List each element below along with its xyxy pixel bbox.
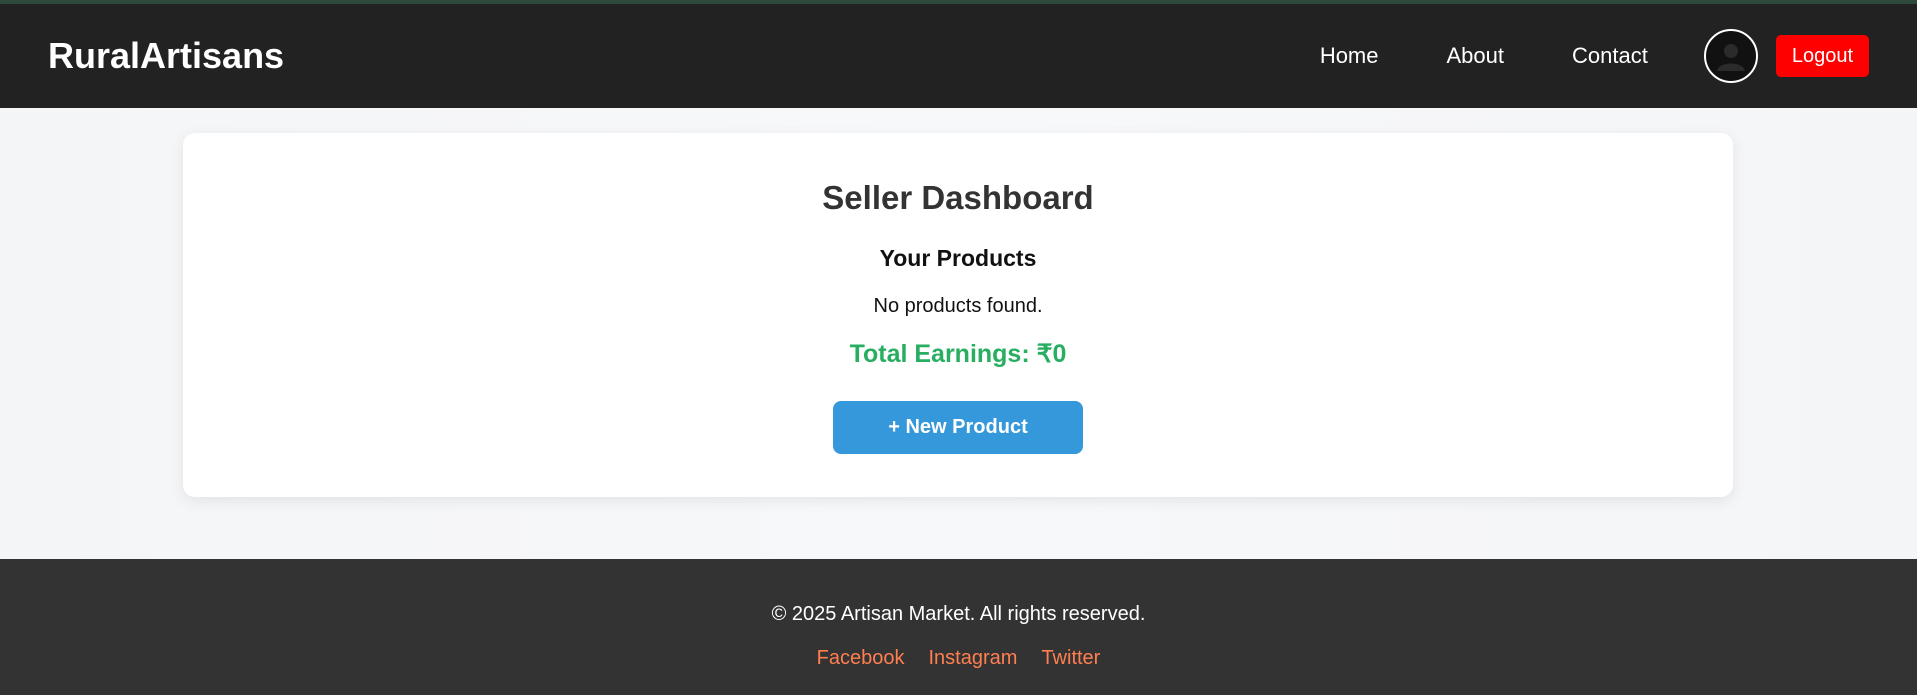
brand-logo[interactable]: RuralArtisans: [48, 35, 284, 77]
empty-products-message: No products found.: [873, 295, 1043, 317]
page-title: Seller Dashboard: [822, 179, 1094, 216]
new-product-button[interactable]: + New Product: [833, 401, 1083, 454]
products-heading: Your Products: [879, 245, 1037, 271]
navbar: RuralArtisans Home About Contact Logout: [0, 4, 1917, 108]
user-avatar-icon[interactable]: [1703, 29, 1758, 83]
nav-link-about[interactable]: About: [1447, 43, 1505, 69]
footer: © 2025 Artisan Market. All rights reserv…: [0, 559, 1917, 695]
social-links: Facebook Instagram Twitter: [0, 647, 1917, 670]
logout-button[interactable]: Logout: [1775, 35, 1869, 77]
nav-link-contact[interactable]: Contact: [1572, 43, 1648, 69]
footer-link-twitter[interactable]: Twitter: [1041, 647, 1100, 670]
nav-link-home[interactable]: Home: [1320, 43, 1379, 69]
nav-menu: Home About Contact Logout: [1320, 29, 1869, 83]
footer-link-instagram[interactable]: Instagram: [929, 647, 1018, 670]
footer-link-facebook[interactable]: Facebook: [817, 647, 905, 670]
dashboard-card: Seller Dashboard Your Products No produc…: [183, 133, 1733, 497]
total-earnings: Total Earnings: ₹0: [849, 340, 1067, 368]
user-silhouette-icon: [1716, 44, 1745, 71]
copyright-text: © 2025 Artisan Market. All rights reserv…: [771, 603, 1146, 625]
main-content: Seller Dashboard Your Products No produc…: [0, 108, 1917, 559]
